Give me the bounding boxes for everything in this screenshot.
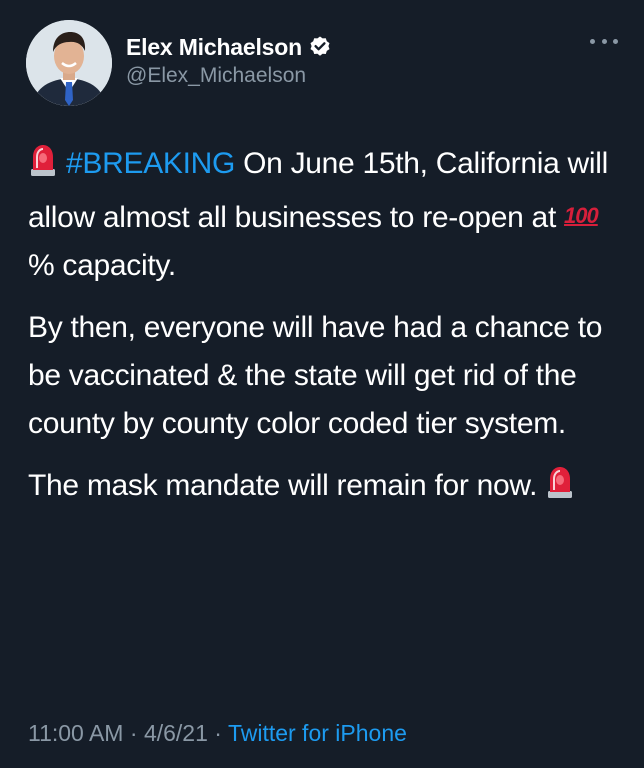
tweet-paragraph-1: #BREAKING On June 15th, California will …: [28, 140, 618, 290]
verified-badge-icon: [308, 35, 332, 59]
tweet-body: #BREAKING On June 15th, California will …: [28, 140, 618, 528]
tweet-source-link[interactable]: Twitter for iPhone: [228, 720, 407, 746]
handle[interactable]: @Elex_Michaelson: [126, 64, 332, 88]
siren-emoji-icon: [545, 465, 575, 514]
tweet-date[interactable]: 4/6/21: [144, 720, 208, 746]
tweet-card: Elex Michaelson @Elex_Michaelson #BREAKI…: [0, 0, 644, 768]
meta-separator: ·: [129, 720, 138, 746]
more-options-icon[interactable]: [590, 34, 618, 48]
tweet-text-3: The mask mandate will remain for now.: [28, 469, 538, 502]
display-name[interactable]: Elex Michaelson: [126, 34, 302, 61]
siren-emoji-icon: [28, 143, 58, 192]
author-block: Elex Michaelson @Elex_Michaelson: [126, 32, 332, 88]
hundred-points-emoji-icon: 100: [564, 203, 599, 228]
hashtag-link[interactable]: #BREAKING: [66, 147, 235, 180]
tweet-text-1-end: % capacity.: [28, 249, 176, 282]
tweet-time[interactable]: 11:00 AM: [28, 720, 123, 746]
meta-separator: ·: [214, 720, 222, 746]
tweet-paragraph-2: By then, everyone will have had a chance…: [28, 311, 603, 440]
name-row: Elex Michaelson: [126, 32, 332, 62]
tweet-paragraph-3: The mask mandate will remain for now.: [28, 462, 618, 514]
avatar[interactable]: [26, 20, 112, 106]
tweet-meta: 11:00 AM · 4/6/21 · Twitter for iPhone: [28, 720, 407, 747]
more-dot: [601, 38, 607, 44]
more-dot: [613, 38, 618, 44]
more-dot: [590, 38, 595, 44]
